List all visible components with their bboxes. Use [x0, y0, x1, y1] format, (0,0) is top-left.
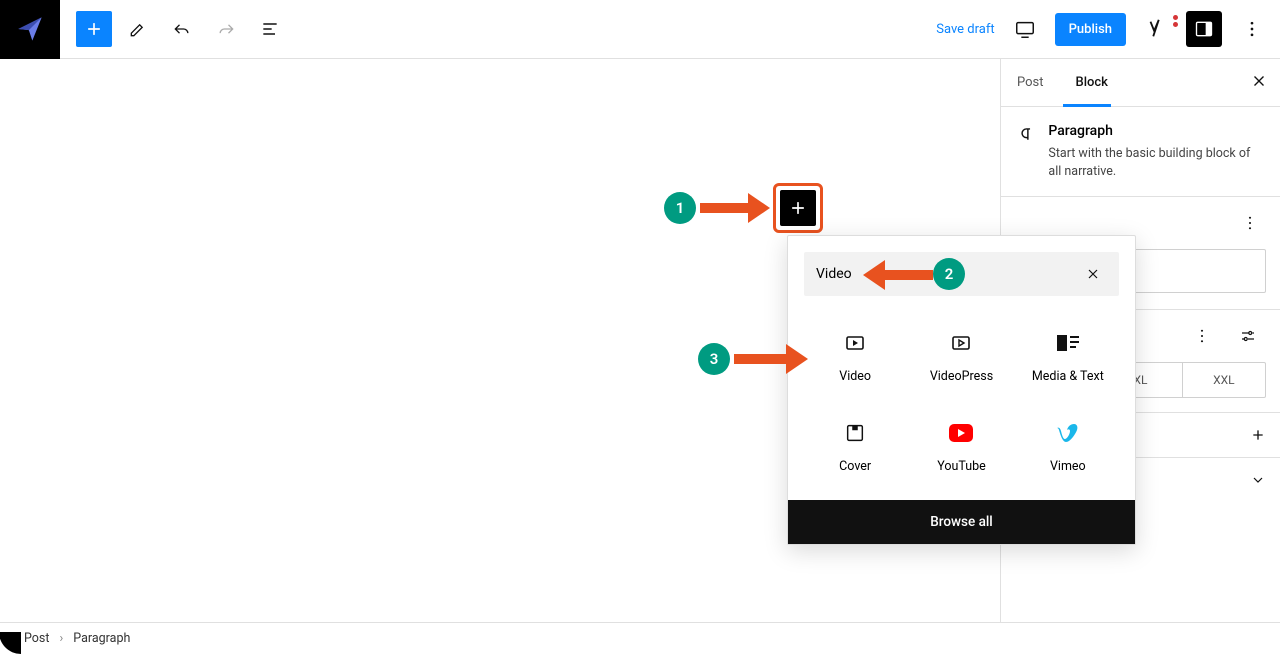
color-options-button[interactable]	[1232, 205, 1268, 241]
block-info: Paragraph Start with the basic building …	[1001, 107, 1280, 197]
sidebar-tabs: Post Block	[1001, 59, 1280, 107]
editor-main: Post Block Paragraph Start with the basi…	[0, 59, 1280, 622]
paper-plane-icon	[16, 15, 44, 43]
undo-button[interactable]	[164, 11, 200, 47]
youtube-icon	[948, 421, 974, 445]
publish-button[interactable]: Publish	[1055, 13, 1126, 46]
kebab-icon	[1193, 327, 1211, 345]
cover-icon	[844, 421, 866, 445]
block-search	[804, 252, 1119, 296]
desktop-icon	[1014, 18, 1036, 40]
tab-block[interactable]: Block	[1060, 59, 1124, 107]
top-toolbar: Save draft Publish	[0, 0, 1280, 59]
breadcrumb-root[interactable]: Post	[24, 631, 49, 646]
block-item-label: Cover	[839, 459, 871, 474]
sidebar-icon	[1194, 19, 1214, 39]
plus-icon	[788, 198, 808, 218]
save-draft-link[interactable]: Save draft	[936, 22, 994, 37]
block-inserter-popover: Video VideoPress Media & Text Cover	[787, 235, 1136, 545]
vimeo-icon	[1056, 421, 1080, 445]
block-item-vimeo[interactable]: Vimeo	[1015, 402, 1121, 492]
typography-options-button[interactable]	[1184, 318, 1220, 354]
block-results-grid: Video VideoPress Media & Text Cover	[788, 312, 1135, 500]
redo-icon	[216, 19, 236, 39]
tab-post[interactable]: Post	[1001, 59, 1060, 107]
plus-icon	[84, 19, 104, 39]
media-text-icon	[1056, 331, 1080, 355]
block-item-label: Vimeo	[1050, 459, 1086, 474]
clear-search-button[interactable]	[1079, 260, 1107, 288]
site-logo[interactable]	[0, 0, 60, 59]
video-icon	[843, 331, 867, 355]
close-icon	[1250, 72, 1268, 90]
browse-all-button[interactable]: Browse all	[788, 500, 1135, 544]
tab-underline	[1063, 104, 1111, 107]
chevron-right-icon: ›	[59, 631, 63, 646]
toggle-inserter-button[interactable]	[76, 11, 112, 47]
size-xxl[interactable]: XXL	[1182, 363, 1265, 397]
plus-icon	[1250, 427, 1266, 443]
yoast-seo-button[interactable]	[1138, 11, 1174, 47]
block-item-cover[interactable]: Cover	[802, 402, 908, 492]
undo-icon	[172, 19, 192, 39]
block-item-label: YouTube	[937, 459, 986, 474]
close-sidebar-button[interactable]	[1250, 72, 1280, 94]
block-item-video[interactable]: Video	[802, 312, 908, 402]
block-item-label: VideoPress	[930, 369, 993, 384]
block-item-label: Video	[839, 369, 871, 384]
chevron-down-icon	[1250, 472, 1266, 488]
settings-panel-toggle[interactable]	[1186, 11, 1222, 47]
breadcrumb-footer: Post › Paragraph	[0, 622, 1280, 653]
toolbar-right: Save draft Publish	[936, 11, 1280, 47]
redo-button[interactable]	[208, 11, 244, 47]
pencil-icon	[128, 19, 148, 39]
breadcrumb-leaf[interactable]: Paragraph	[73, 631, 130, 646]
sliders-icon	[1239, 327, 1257, 345]
paragraph-icon	[1017, 123, 1034, 145]
block-search-input[interactable]	[816, 266, 1079, 282]
kebab-icon	[1241, 214, 1259, 232]
more-options-button[interactable]	[1234, 11, 1270, 47]
block-description: Start with the basic building block of a…	[1048, 145, 1264, 180]
close-icon	[1085, 266, 1101, 282]
block-item-label: Media & Text	[1032, 369, 1104, 384]
block-title: Paragraph	[1048, 123, 1264, 139]
list-view-icon	[260, 19, 280, 39]
block-item-youtube[interactable]: YouTube	[908, 402, 1014, 492]
yoast-icon	[1145, 18, 1167, 40]
block-item-videopress[interactable]: VideoPress	[908, 312, 1014, 402]
videopress-icon	[949, 331, 973, 355]
block-item-media-text[interactable]: Media & Text	[1015, 312, 1121, 402]
inline-add-block-button[interactable]	[780, 190, 816, 226]
footer-corner	[0, 632, 21, 654]
typography-settings-button[interactable]	[1230, 318, 1266, 354]
preview-button[interactable]	[1007, 11, 1043, 47]
toolbar-left	[60, 11, 288, 47]
edit-tool-button[interactable]	[120, 11, 156, 47]
kebab-icon	[1242, 19, 1262, 39]
document-overview-button[interactable]	[252, 11, 288, 47]
